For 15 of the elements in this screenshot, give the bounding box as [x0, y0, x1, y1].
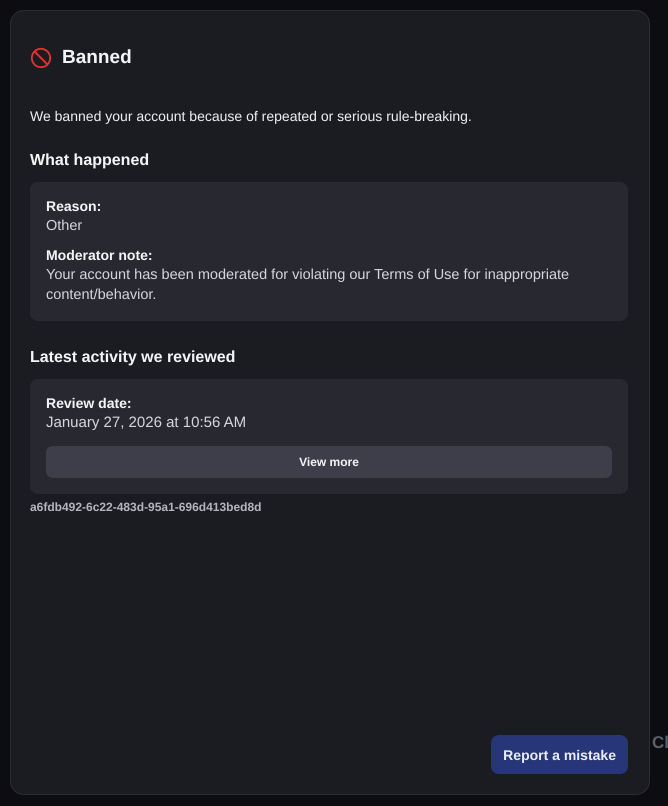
- reference-id: a6fdb492-6c22-483d-95a1-696d413bed8d: [30, 500, 262, 514]
- section-heading: Latest activity we reviewed: [30, 349, 236, 367]
- view-more-button[interactable]: View more: [46, 446, 612, 478]
- field-label: Moderator note:: [46, 247, 154, 263]
- dialog-title: Banned: [62, 47, 132, 69]
- field-value: January 27, 2026 at 10:56 AM: [46, 413, 248, 433]
- background-text: Cl: [652, 733, 668, 753]
- field-label: Reason:: [46, 198, 102, 214]
- report-mistake-button[interactable]: Report a mistake: [491, 735, 628, 774]
- field-value: Your account has been moderated for violating our Terms of Use for inappropriate content/behavior.: [46, 266, 570, 305]
- field-value: Other: [46, 217, 84, 236]
- prohibited-icon: [30, 47, 52, 69]
- ban-message: We banned your account because of repeated or serious rule-breaking.: [30, 108, 473, 124]
- section-heading: What happened: [30, 152, 150, 170]
- field-label: Review date:: [46, 395, 133, 411]
